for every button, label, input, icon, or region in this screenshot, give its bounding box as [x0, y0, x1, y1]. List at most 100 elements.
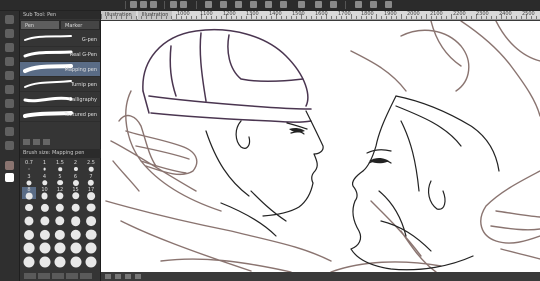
brush-size-cell[interactable]: 17	[84, 187, 98, 200]
brush-size-cell[interactable]	[84, 241, 98, 254]
file-icon[interactable]	[370, 1, 377, 8]
tool-icon[interactable]	[5, 15, 14, 24]
pen-icon[interactable]	[150, 1, 157, 8]
brush-size-cell[interactable]: 4	[38, 174, 52, 186]
save-icon[interactable]	[385, 1, 392, 8]
main-color-swatch[interactable]	[5, 161, 14, 170]
panel-button[interactable]	[80, 273, 92, 279]
ruler-tick	[356, 16, 357, 19]
brush-size-cell[interactable]: 1.5	[53, 160, 67, 172]
brush-size-cell[interactable]	[53, 201, 67, 213]
brush-size-cell[interactable]	[38, 214, 52, 226]
brush-size-cell[interactable]	[38, 201, 52, 213]
ruler-number: 2400	[499, 11, 512, 17]
grid-icon[interactable]	[140, 1, 147, 8]
brush-size-cell[interactable]	[38, 228, 52, 240]
brush-item[interactable]: Real G-Pen	[20, 47, 100, 62]
flip-icon[interactable]	[205, 1, 212, 8]
settings-icon[interactable]	[23, 139, 30, 145]
brush-size-cell[interactable]	[53, 228, 67, 240]
zoom-in-icon[interactable]	[115, 274, 121, 279]
brush-size-cell[interactable]	[38, 255, 52, 267]
brush-size-cell[interactable]	[69, 214, 83, 226]
sub-color-swatch[interactable]	[5, 173, 14, 182]
brush-size-dot	[43, 167, 46, 171]
brush-size-cell[interactable]	[22, 201, 36, 213]
brush-size-cell[interactable]: 3	[22, 174, 36, 186]
brush-size-cell[interactable]: 12	[53, 187, 67, 200]
brush-size-cell[interactable]	[69, 255, 83, 267]
tab-marker[interactable]: Marker	[60, 20, 100, 30]
brush-item[interactable]: Turnip pen	[20, 77, 100, 92]
brush-size-cell[interactable]	[84, 201, 98, 213]
brush-size-cell[interactable]: 8	[22, 187, 36, 200]
tool-icon[interactable]	[5, 113, 14, 122]
zoom-out-icon[interactable]	[105, 274, 111, 279]
ruler-number: 1400	[269, 11, 282, 17]
brush-size-cell[interactable]	[69, 241, 83, 254]
copy-icon[interactable]	[33, 139, 40, 145]
panel-button[interactable]	[66, 273, 78, 279]
brush-size-cell[interactable]	[69, 228, 83, 240]
redo-icon[interactable]	[180, 1, 187, 8]
menu-icon[interactable]	[130, 1, 137, 8]
square-icon[interactable]	[265, 1, 272, 8]
rotate-icon[interactable]	[135, 274, 141, 279]
fit-icon[interactable]	[125, 274, 131, 279]
brush-size-cell[interactable]	[22, 241, 36, 254]
panel-button[interactable]	[24, 273, 36, 279]
ruler-icon[interactable]	[250, 1, 257, 8]
tool-icon[interactable]	[5, 43, 14, 52]
tab-pen[interactable]: Pen	[20, 20, 60, 30]
brush-size-cell[interactable]: 5	[53, 174, 67, 186]
delete-icon[interactable]	[43, 139, 50, 145]
brush-size-cell[interactable]	[84, 255, 98, 267]
brush-size-cell[interactable]	[22, 255, 36, 267]
drawing-canvas[interactable]	[101, 21, 540, 272]
brush-size-cell[interactable]: 15	[69, 187, 83, 200]
panel-button[interactable]	[38, 273, 50, 279]
dropper-icon[interactable]	[280, 1, 287, 8]
layer-icon[interactable]	[355, 1, 362, 8]
brush-size-cell[interactable]: 7	[84, 174, 98, 186]
brush-size-cell[interactable]: 2	[69, 160, 83, 172]
tool-icon[interactable]	[5, 127, 14, 136]
zoom-icon[interactable]	[315, 1, 322, 8]
brush-size-cell[interactable]	[53, 241, 67, 254]
brush-size-cell[interactable]: 0.7	[22, 160, 36, 172]
snap-icon[interactable]	[235, 1, 242, 8]
brush-item[interactable]: G-pen	[20, 32, 100, 47]
brush-item[interactable]: Calligraphy	[20, 92, 100, 107]
hand-icon[interactable]	[298, 1, 305, 8]
ruler-tick	[216, 16, 217, 19]
ruler-tick	[446, 16, 447, 19]
brush-size-cell[interactable]	[53, 214, 67, 226]
tool-icon[interactable]	[5, 57, 14, 66]
tool-icon[interactable]	[5, 71, 14, 80]
brush-size-cell[interactable]	[69, 201, 83, 213]
separator	[196, 1, 197, 9]
tool-icon[interactable]	[5, 29, 14, 38]
brush-size-cell[interactable]: 6	[69, 174, 83, 186]
brush-item[interactable]: Mapping pen	[20, 62, 100, 77]
brush-size-cell[interactable]	[84, 228, 98, 240]
brush-size-cell[interactable]: 1	[38, 160, 52, 172]
brush-size-cell[interactable]: 10	[38, 187, 52, 200]
tool-icon[interactable]	[5, 99, 14, 108]
brush-size-dot	[72, 179, 79, 186]
sub-tool-tabs: Pen Marker	[20, 20, 100, 30]
brush-size-cell[interactable]	[22, 228, 36, 240]
rotate-icon[interactable]	[220, 1, 227, 8]
tool-icon[interactable]	[5, 141, 14, 150]
brush-size-dot	[71, 203, 80, 212]
panel-button[interactable]	[52, 273, 64, 279]
brush-size-cell[interactable]	[38, 241, 52, 254]
tool-icon[interactable]	[5, 85, 14, 94]
undo-icon[interactable]	[170, 1, 177, 8]
brush-size-cell[interactable]	[84, 214, 98, 226]
brush-item[interactable]: Textured pen	[20, 107, 100, 122]
fill-icon[interactable]	[330, 1, 337, 8]
brush-size-cell[interactable]	[22, 214, 36, 226]
brush-size-cell[interactable]	[53, 255, 67, 267]
brush-size-cell[interactable]: 2.5	[84, 160, 98, 172]
